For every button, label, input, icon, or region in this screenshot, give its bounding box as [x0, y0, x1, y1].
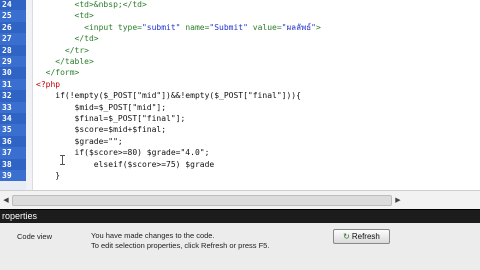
code-line[interactable]: 28 </tr> — [0, 44, 480, 56]
code-token: </form> — [36, 68, 80, 78]
code-token: "submit" — [141, 22, 181, 32]
code-token: } — [36, 171, 61, 180]
code-line[interactable]: 35 $score=$mid+$final; — [0, 124, 480, 136]
code-line[interactable]: 33 $mid=$_POST["mid"]; — [0, 101, 480, 113]
code-token: $mid=$_POST["mid"]; — [36, 102, 167, 112]
code-token: </table> — [36, 57, 94, 66]
code-token: if(!empty($_POST["mid"])&&!empty($_POST[… — [36, 91, 301, 101]
line-number: 27 — [0, 33, 26, 45]
code-text: $final=$_POST["final"]; — [36, 113, 186, 124]
code-line[interactable]: 26 <input type="submit" name="Submit" va… — [0, 21, 480, 34]
code-token: "ผลลัพธ์" — [281, 22, 316, 32]
code-line[interactable]: 29 </table> — [0, 56, 480, 68]
code-line[interactable]: 24 <td>&nbsp;</td> — [0, 0, 480, 11]
line-number: 34 — [0, 113, 26, 125]
line-number: 33 — [0, 101, 26, 113]
code-token: </td> — [36, 34, 99, 44]
refresh-hint-message: To edit selection properties, click Refr… — [91, 241, 270, 250]
code-token: value= — [247, 22, 282, 32]
refresh-button-label: Refresh — [351, 232, 380, 241]
code-text: </form> — [36, 67, 80, 78]
code-line[interactable]: 38 elseif($score>=75) $grade — [0, 158, 480, 170]
properties-title: roperties — [2, 211, 38, 221]
code-text: $grade=""; — [36, 136, 123, 147]
line-number: 29 — [0, 56, 26, 68]
line-number: 31 — [0, 78, 26, 91]
code-token: > — [315, 22, 321, 32]
code-token: $grade=""; — [36, 136, 123, 146]
scroll-thumb[interactable] — [12, 195, 392, 206]
scroll-right-icon[interactable]: ▶ — [392, 194, 404, 206]
code-text: </table> — [36, 56, 94, 67]
code-token: <input type= — [36, 22, 142, 32]
code-token: <?php — [36, 79, 61, 89]
code-text: $mid=$_POST["mid"]; — [36, 102, 167, 113]
line-number: 35 — [0, 124, 26, 136]
changes-message: You have made changes to the code. — [91, 231, 215, 240]
line-number: 24 — [0, 0, 26, 11]
code-text: <?php — [36, 79, 60, 90]
code-view-label: Code view — [17, 232, 53, 241]
code-text: $score=$mid+$final; — [36, 124, 167, 135]
code-text: if(!empty($_POST["mid"])&&!empty($_POST[… — [36, 90, 301, 101]
code-line[interactable]: 25 <td> — [0, 10, 480, 22]
code-line[interactable]: 34 $final=$_POST["final"]; — [0, 113, 480, 125]
code-token: </tr> — [36, 45, 89, 55]
code-line[interactable]: 27 </td> — [0, 33, 480, 45]
line-number: 38 — [0, 158, 26, 170]
line-number: 26 — [0, 21, 26, 34]
line-number: 25 — [0, 10, 26, 22]
code-token: <td>&nbsp;</td> — [36, 0, 147, 9]
line-number: 28 — [0, 44, 26, 56]
code-text: <td>&nbsp;</td> — [36, 0, 147, 10]
refresh-icon: ↻ — [343, 232, 350, 241]
scroll-left-icon[interactable]: ◀ — [0, 194, 12, 206]
text-cursor-icon — [60, 155, 65, 165]
code-line[interactable]: 36 $grade=""; — [0, 135, 480, 148]
code-text: } — [36, 170, 60, 181]
code-token: $score=$mid+$final; — [36, 125, 167, 135]
line-number: 39 — [0, 170, 26, 182]
properties-header: roperties — [0, 209, 480, 223]
line-number: 30 — [0, 67, 26, 79]
horizontal-scrollbar[interactable]: ◀ ▶ — [0, 190, 480, 209]
properties-panel: Code view You have made changes to the c… — [0, 223, 480, 270]
code-text: </tr> — [36, 45, 89, 56]
code-line[interactable]: 39 } — [0, 170, 480, 182]
code-editor[interactable]: 24 <td>&nbsp;</td> 25 <td> 26 <input type=… — [0, 0, 480, 190]
line-number: 37 — [0, 147, 26, 159]
code-line[interactable]: 32 if(!empty($_POST["mid"])&&!empty($_PO… — [0, 90, 480, 102]
code-text: <td> — [36, 10, 94, 21]
code-line[interactable]: 30 </form> — [0, 67, 480, 79]
code-text: <input type="submit" name="Submit" value… — [36, 22, 321, 33]
code-token: <td> — [36, 11, 94, 21]
code-token: name= — [180, 22, 210, 32]
code-token: "Submit" — [209, 22, 248, 32]
code-line[interactable]: 31 <?php — [0, 78, 480, 91]
line-number: 32 — [0, 90, 26, 102]
code-line[interactable]: 37 if($score>=80) $grade="4.0"; — [0, 147, 480, 159]
code-token: $final=$_POST["final"]; — [36, 114, 186, 123]
line-number: 36 — [0, 135, 26, 148]
refresh-button[interactable]: ↻ Refresh — [333, 229, 390, 244]
code-text: </td> — [36, 33, 99, 44]
